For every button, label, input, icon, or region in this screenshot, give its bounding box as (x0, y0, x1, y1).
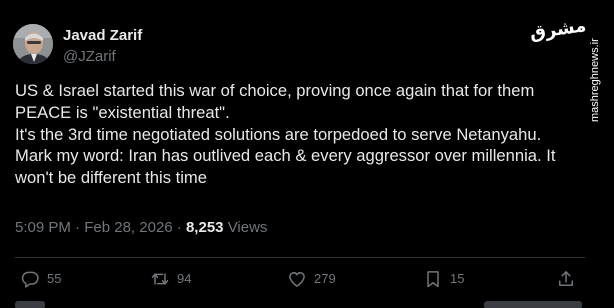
partial-button-shape (484, 298, 584, 308)
tweet-text-line: won't be different this time (15, 168, 207, 188)
views-count: 8,253 (185, 219, 224, 236)
author-handle[interactable]: @JZarif (63, 48, 142, 66)
like-button[interactable]: 279 (287, 266, 336, 292)
watermark-logo: مشرق (528, 15, 588, 44)
reply-count: 55 (47, 271, 62, 286)
tweet-card: Javad Zarif @JZarif مشرق mashreghnews.ir… (0, 0, 614, 308)
tweet-date[interactable]: Feb 28, 2026 (84, 219, 172, 236)
tweet-meta: 5:09 PM · Feb 28, 2026 · 8,253 Views (15, 219, 267, 237)
share-button[interactable] (556, 266, 576, 292)
author-block: Javad Zarif @JZarif (63, 27, 142, 66)
tweet-text-line: Mark my word: Iran has outlived each & e… (15, 146, 556, 166)
retweet-button[interactable]: 94 (150, 266, 191, 292)
views-label: Views (227, 219, 268, 236)
tweet-text-line: PEACE is "existential threat". (15, 102, 230, 122)
tweet-text-line: It's the 3rd time negotiated solutions a… (15, 124, 542, 144)
like-count: 279 (314, 271, 336, 286)
tweet-text: US & Israel started this war of choice, … (15, 80, 600, 189)
partial-avatar-shape (15, 298, 49, 308)
tweet-time[interactable]: 5:09 PM (15, 219, 71, 236)
author-display-name[interactable]: Javad Zarif (63, 27, 142, 45)
share-icon (556, 269, 576, 289)
bookmark-count: 15 (450, 271, 465, 286)
retweet-count: 94 (177, 271, 192, 286)
reply-button[interactable]: 55 (20, 266, 61, 292)
tweet-text-line: US & Israel started this war of choice, … (15, 81, 535, 100)
avatar-image (13, 24, 53, 64)
heart-icon (287, 269, 307, 289)
meta-separator: · (176, 219, 182, 236)
divider (15, 257, 585, 258)
reply-icon (20, 269, 40, 289)
bookmark-icon (423, 269, 443, 289)
avatar[interactable] (13, 24, 53, 64)
bookmark-button[interactable]: 15 (423, 266, 464, 292)
meta-separator: · (75, 219, 81, 236)
retweet-icon (150, 269, 170, 289)
action-bar: 55 94 279 15 (0, 266, 614, 292)
next-item-partial (0, 298, 614, 308)
